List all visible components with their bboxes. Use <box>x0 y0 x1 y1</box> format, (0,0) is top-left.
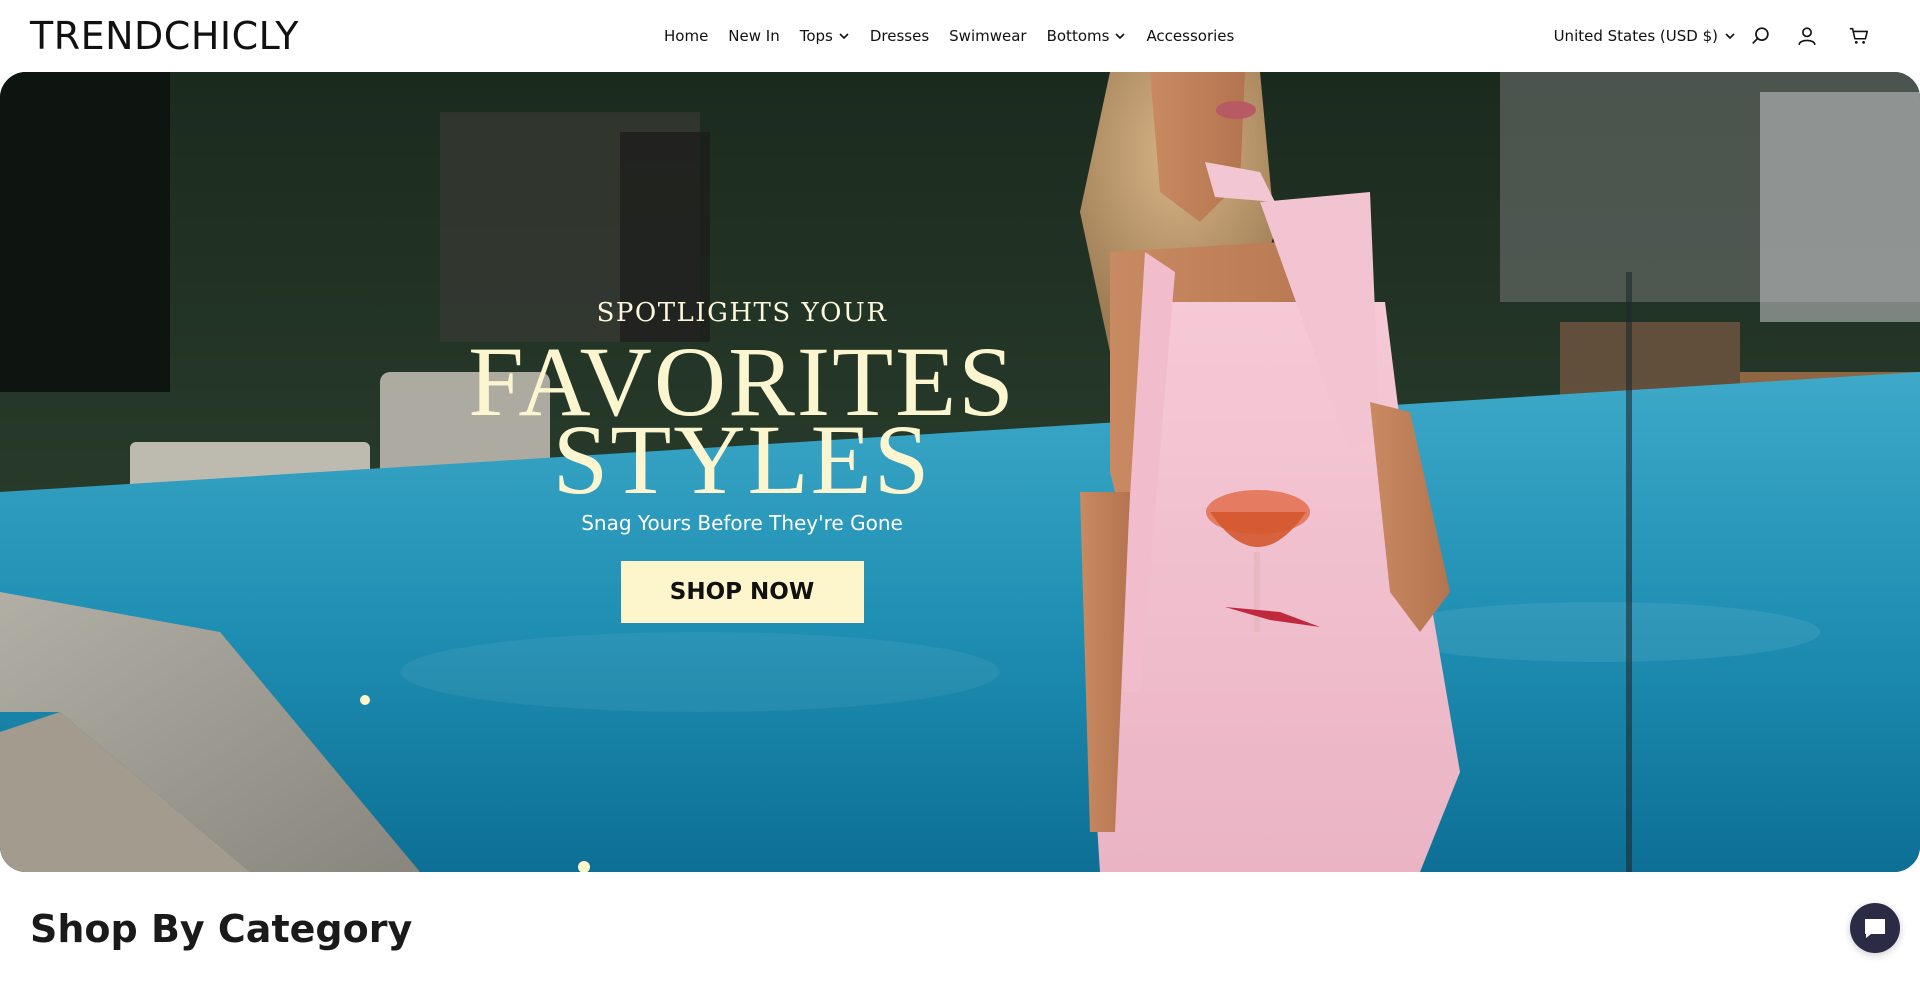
account-icon[interactable] <box>1796 25 1818 47</box>
nav-item-new-in[interactable]: New In <box>728 27 779 45</box>
chat-button[interactable] <box>1850 903 1900 953</box>
section-title-shop-by-category: Shop By Category <box>30 907 413 951</box>
hero-banner[interactable]: SPOTLIGHTS YOUR FAVORITES STYLES Snag Yo… <box>0 72 1920 872</box>
cart-icon[interactable] <box>1848 25 1870 47</box>
main-nav: Home New In Tops Dresses Swimwear Bottom… <box>664 24 1254 48</box>
nav-item-tops[interactable]: Tops <box>800 27 850 45</box>
site-logo[interactable]: TRENDCHICLY <box>30 12 299 60</box>
hero-pretitle: SPOTLIGHTS YOUR <box>596 298 888 328</box>
nav-item-swimwear[interactable]: Swimwear <box>949 27 1026 45</box>
nav-label: Bottoms <box>1046 27 1110 45</box>
nav-item-bottoms[interactable]: Bottoms <box>1047 27 1127 45</box>
nav-label: Accessories <box>1146 27 1235 45</box>
chevron-down-icon <box>839 33 849 40</box>
currency-label: United States (USD $) <box>1553 27 1718 45</box>
nav-label: Tops <box>799 27 833 45</box>
nav-item-accessories[interactable]: Accessories <box>1146 27 1234 45</box>
nav-label: Swimwear <box>949 27 1027 45</box>
hero-subtitle: Snag Yours Before They're Gone <box>581 511 903 535</box>
hero-title: FAVORITES STYLES <box>442 332 1042 510</box>
nav-label: New In <box>728 27 780 45</box>
currency-selector[interactable]: United States (USD $) <box>1554 27 1736 45</box>
search-icon[interactable] <box>1750 25 1772 47</box>
shop-now-button[interactable]: SHOP NOW <box>620 561 864 623</box>
chat-bubble-icon <box>1865 919 1885 938</box>
nav-item-dresses[interactable]: Dresses <box>870 27 929 45</box>
chevron-down-icon <box>1725 33 1735 40</box>
nav-item-home[interactable]: Home <box>664 27 708 45</box>
header-actions: United States (USD $) <box>1554 20 1870 52</box>
chevron-down-icon <box>1115 33 1126 40</box>
site-header: TRENDCHICLY Home New In Tops Dresses Swi… <box>0 0 1920 72</box>
nav-label: Home <box>664 27 709 45</box>
nav-label: Dresses <box>869 27 930 45</box>
hero-copy: SPOTLIGHTS YOUR FAVORITES STYLES Snag Yo… <box>442 297 1042 623</box>
